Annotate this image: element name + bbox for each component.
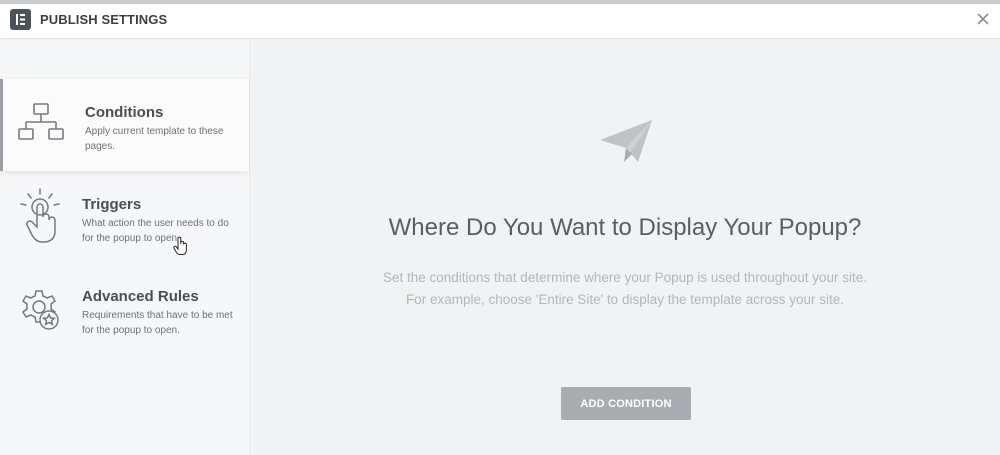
sidebar-item-label: Triggers: [82, 196, 142, 213]
dialog-title: PUBLISH SETTINGS: [40, 12, 168, 27]
sidebar-item-description: What action the user needs to do for the…: [82, 218, 229, 244]
settings-sidebar: Conditions Apply current template to the…: [0, 40, 250, 455]
sitemap-icon: [18, 101, 64, 147]
conditions-panel: Where Do You Want to Display Your Popup?…: [250, 40, 1000, 455]
paper-plane-icon: [598, 118, 654, 168]
hand-pointer-cursor-icon: [173, 236, 189, 256]
sidebar-item-description: Requirements that have to be met for the…: [82, 310, 233, 336]
sidebar-item-description: Apply current template to these pages.: [85, 126, 224, 152]
close-icon[interactable]: [972, 8, 994, 30]
sidebar-item-advanced-rules[interactable]: Advanced Rules Requirements that have to…: [0, 266, 249, 358]
sidebar-item-triggers[interactable]: Triggers What action the user needs to d…: [0, 174, 249, 266]
description-line: For example, choose 'Entire Site' to dis…: [405, 292, 845, 307]
description-line: Set the conditions that determine where …: [382, 270, 868, 285]
sidebar-item-conditions[interactable]: Conditions Apply current template to the…: [0, 79, 249, 171]
dialog-header: PUBLISH SETTINGS: [0, 4, 1000, 39]
add-condition-button[interactable]: ADD CONDITION: [561, 387, 691, 420]
sidebar-item-label: Advanced Rules: [82, 288, 199, 305]
gear-star-icon: [17, 288, 63, 334]
elementor-logo-icon: [10, 9, 31, 30]
hand-tap-icon: [17, 187, 63, 243]
sidebar-item-label: Conditions: [85, 104, 164, 121]
page-description: Set the conditions that determine where …: [250, 267, 1000, 311]
page-title: Where Do You Want to Display Your Popup?: [388, 214, 862, 241]
